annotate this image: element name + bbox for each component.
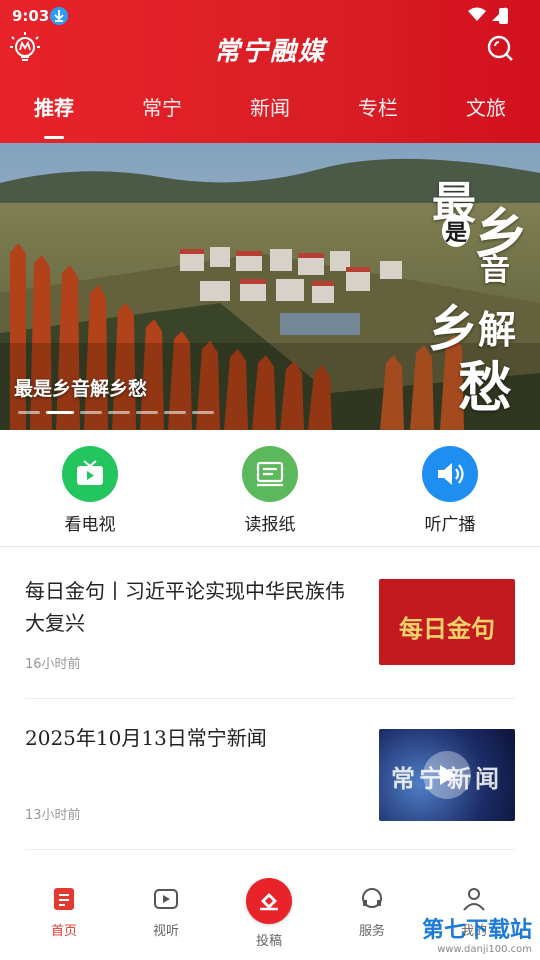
nav-home-label: 首页 — [50, 924, 77, 939]
bottom-nav: 首页 视听 投稿 服务 我的 第七下载站 www.danji100.com — [0, 872, 540, 960]
tab-culture-travel[interactable]: 文旅 — [432, 92, 540, 121]
speaker-icon — [422, 446, 478, 502]
tab-news[interactable]: 新闻 — [216, 92, 324, 121]
tab-changning[interactable]: 常宁 — [108, 92, 216, 121]
news-title: 每日金句丨习近平论实现中华民族伟大复兴 — [25, 579, 345, 635]
play-icon — [154, 889, 178, 909]
newspaper-icon — [242, 446, 298, 502]
news-time: 16小时前 — [25, 657, 81, 672]
news-item[interactable]: 每日金句丨习近平论实现中华民族伟大复兴 16小时前 每日金句 — [25, 575, 515, 685]
brand-title: 常宁融媒 — [213, 37, 326, 67]
search-icon[interactable] — [486, 34, 514, 62]
user-icon — [463, 888, 485, 911]
nav-av[interactable]: 视听 — [126, 886, 206, 939]
video-thumbnail: 常宁新闻 — [379, 729, 515, 821]
carousel-dot[interactable] — [80, 411, 102, 414]
news-title: 2025年10月13日常宁新闻 — [25, 726, 267, 750]
calligraphy-char: 音 — [480, 253, 510, 288]
carousel-dot[interactable] — [192, 411, 214, 414]
active-tab-indicator — [44, 136, 64, 139]
carousel-dot[interactable] — [108, 411, 130, 414]
post-label: 投稿 — [255, 934, 282, 949]
quick-entries: 看电视 读报纸 听广播 — [0, 430, 540, 547]
thumbnail-text: 每日金句 — [399, 614, 495, 643]
wifi-icon — [468, 7, 486, 21]
calligraphy-char: 是 — [442, 215, 471, 247]
news-item[interactable]: 2025年10月13日常宁新闻 13小时前 常宁新闻 — [25, 722, 515, 832]
carousel-indicator — [18, 411, 214, 414]
app-header: 9:03 常宁融媒 推荐 常宁 新闻 专栏 文旅 — [0, 0, 540, 143]
news-time: 13小时前 — [25, 808, 81, 823]
tab-recommend[interactable]: 推荐 — [0, 92, 108, 121]
carousel-dot[interactable] — [46, 411, 74, 414]
nav-service-label: 服务 — [358, 924, 385, 939]
list-divider — [25, 849, 515, 850]
listen-radio-entry[interactable]: 听广播 — [390, 446, 510, 535]
banner-caption: 最是乡音解乡愁 — [14, 378, 148, 400]
watermark-text: 第七下载站 — [421, 918, 532, 943]
tv-icon — [62, 446, 118, 502]
watch-tv-label: 看电视 — [64, 515, 116, 535]
service-icon — [362, 888, 382, 908]
calligraphy-char: 愁 — [458, 355, 512, 419]
status-time: 9:03 — [12, 7, 50, 25]
news-thumbnail: 每日金句 — [379, 579, 515, 665]
site-watermark: 第七下载站 www.danji100.com — [422, 912, 532, 955]
nav-home[interactable]: 首页 — [24, 886, 104, 939]
tab-column[interactable]: 专栏 — [324, 92, 432, 121]
listen-radio-label: 听广播 — [424, 515, 476, 535]
status-bar: 9:03 — [0, 0, 540, 32]
banner-carousel[interactable]: 最 是 乡 音 乡 解 愁 最是乡音解乡愁 — [0, 143, 540, 430]
nav-service[interactable]: 服务 — [332, 886, 412, 939]
nav-av-label: 视听 — [152, 924, 179, 939]
home-icon — [54, 888, 74, 910]
carousel-dot[interactable] — [164, 411, 186, 414]
post-icon — [260, 893, 278, 911]
read-newspaper-label: 读报纸 — [244, 515, 296, 535]
list-divider — [25, 698, 515, 699]
banner-calligraphy: 最 是 乡 音 乡 解 愁 — [428, 167, 528, 419]
play-icon[interactable] — [423, 751, 471, 799]
post-button[interactable] — [246, 878, 292, 924]
carousel-dot[interactable] — [136, 411, 158, 414]
read-newspaper-entry[interactable]: 读报纸 — [210, 446, 330, 535]
carousel-dot[interactable] — [18, 411, 40, 414]
battery-icon — [499, 8, 508, 24]
channel-tabs: 推荐 常宁 新闻 专栏 文旅 — [0, 92, 540, 139]
watermark-url: www.danji100.com — [437, 944, 532, 955]
download-icon — [50, 7, 68, 25]
watch-tv-entry[interactable]: 看电视 — [30, 446, 150, 535]
